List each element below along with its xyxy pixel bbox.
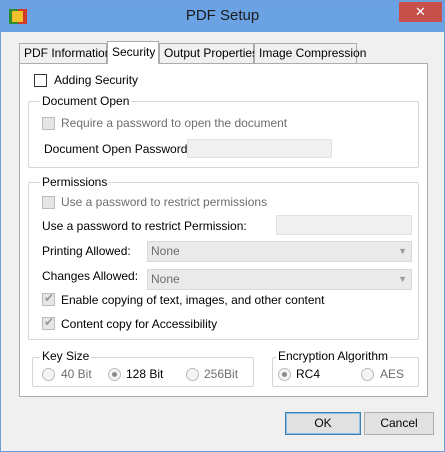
key-size-256-label: 256Bit xyxy=(204,367,239,381)
document-open-password-label: Document Open Password: xyxy=(44,142,191,156)
printing-allowed-select[interactable]: None ▼ xyxy=(147,241,412,262)
adding-security-checkbox[interactable] xyxy=(34,74,47,87)
chevron-down-icon: ▼ xyxy=(398,246,407,256)
changes-allowed-value: None xyxy=(151,272,180,286)
chevron-down-icon: ▼ xyxy=(398,274,407,284)
use-password-permissions-label: Use a password to restrict permissions xyxy=(61,195,268,209)
tab-image-compression[interactable]: Image Compression xyxy=(254,43,366,63)
title-bar: PDF Setup ✕ xyxy=(1,1,444,32)
key-size-256-radio[interactable] xyxy=(186,368,199,381)
encryption-aes-label: AES xyxy=(380,367,405,381)
accessibility-copy-label: Content copy for Accessibility xyxy=(61,317,218,331)
encryption-aes-radio[interactable] xyxy=(361,368,374,381)
permissions-group-label: Permissions xyxy=(40,175,110,189)
restrict-password-field[interactable] xyxy=(276,215,412,235)
encryption-rc4-radio[interactable] xyxy=(278,368,291,381)
encryption-rc4-label: RC4 xyxy=(296,367,321,381)
pdf-setup-dialog: PDF Setup ✕ PDF Information Security Out… xyxy=(0,0,445,452)
printing-allowed-label: Printing Allowed: xyxy=(42,244,131,258)
enable-copying-label: Enable copying of text, images, and othe… xyxy=(61,293,325,307)
require-password-label: Require a password to open the document xyxy=(61,116,288,130)
accessibility-copy-checkbox[interactable]: ✔ xyxy=(42,315,55,330)
key-size-40-label: 40 Bit xyxy=(61,367,92,381)
close-button[interactable]: ✕ xyxy=(399,2,442,22)
key-size-128-label: 128 Bit xyxy=(126,367,164,381)
changes-allowed-select[interactable]: None ▼ xyxy=(147,269,412,290)
cancel-button[interactable]: Cancel xyxy=(364,412,434,435)
security-panel: Adding Security Document Open Require a … xyxy=(19,63,428,397)
encryption-algorithm-group-label: Encryption Algorithm xyxy=(276,349,391,363)
changes-allowed-label: Changes Allowed: xyxy=(42,269,139,283)
enable-copying-checkbox[interactable]: ✔ xyxy=(42,291,55,306)
require-password-checkbox[interactable] xyxy=(42,117,55,130)
tab-output-properties[interactable]: Output Properties xyxy=(159,43,258,63)
key-size-group-label: Key Size xyxy=(40,349,92,363)
document-open-password-field[interactable] xyxy=(187,139,332,158)
document-open-group-label: Document Open xyxy=(40,94,132,108)
checkmark-icon: ✔ xyxy=(44,291,55,305)
tab-pdf-information[interactable]: PDF Information xyxy=(19,43,111,63)
adding-security-label: Adding Security xyxy=(54,73,139,87)
tab-security[interactable]: Security xyxy=(107,41,159,64)
restrict-password-label: Use a password to restrict Permission: xyxy=(42,219,247,233)
use-password-permissions-checkbox[interactable] xyxy=(42,196,55,209)
key-size-128-radio[interactable] xyxy=(108,368,121,381)
key-size-40-radio[interactable] xyxy=(42,368,55,381)
printing-allowed-value: None xyxy=(151,244,180,258)
window-title: PDF Setup xyxy=(185,7,260,24)
checkmark-icon: ✔ xyxy=(44,315,55,329)
ok-button[interactable]: OK xyxy=(285,412,361,435)
